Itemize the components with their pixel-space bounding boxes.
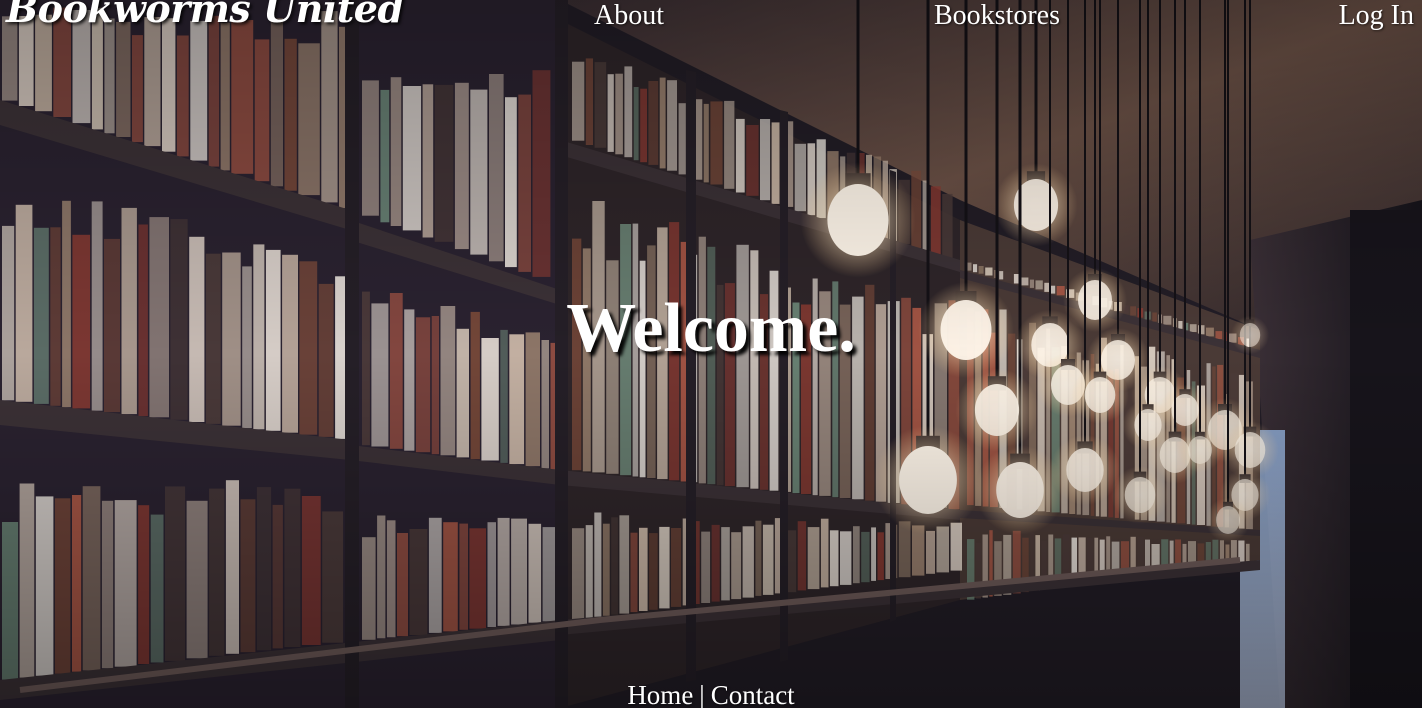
nav-bookstores-link[interactable]: Bookstores <box>934 0 1060 32</box>
hero-title: Welcome. <box>566 290 856 367</box>
footer-separator: | <box>699 680 705 708</box>
nav-login-link[interactable]: Log In <box>1339 0 1414 32</box>
footer-links: Home | Contact <box>0 680 1422 708</box>
footer-home-link[interactable]: Home <box>627 680 693 708</box>
brand-logo-link[interactable]: Bookworms United <box>6 0 404 31</box>
nav-about-link[interactable]: About <box>594 0 664 32</box>
page: Bookworms United About Bookstores Log In… <box>0 0 1422 708</box>
footer-contact-link[interactable]: Contact <box>711 680 795 708</box>
